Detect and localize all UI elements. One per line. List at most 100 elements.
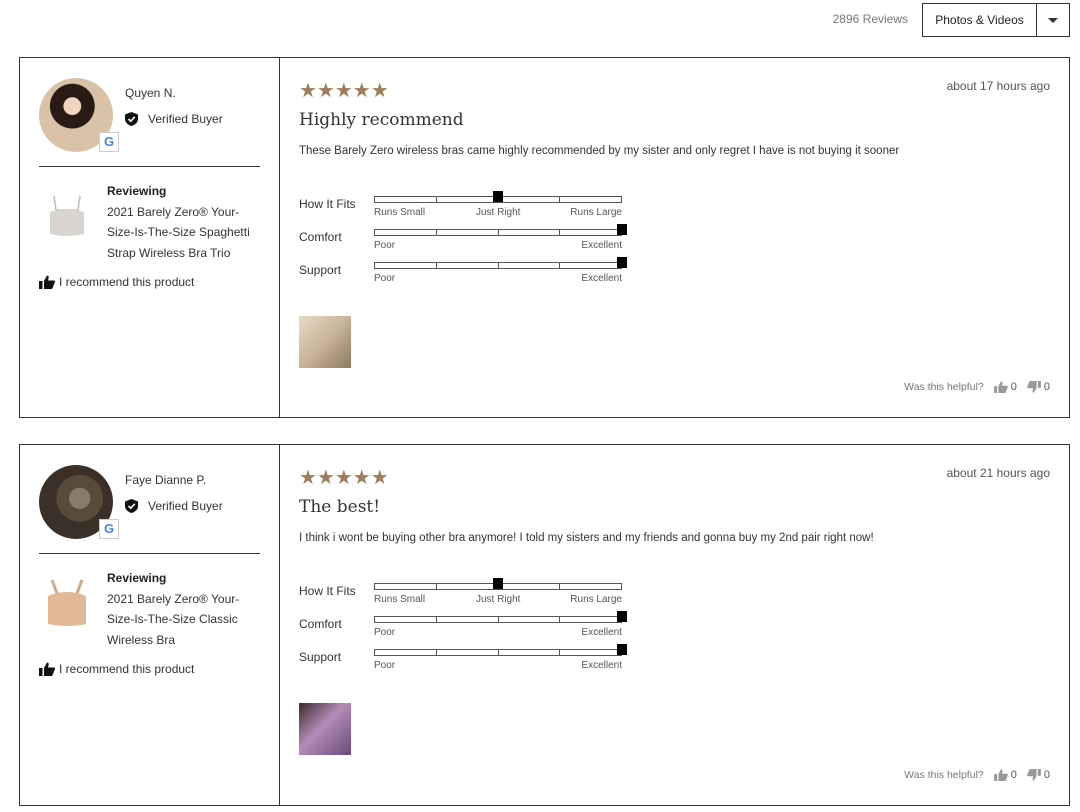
fit-low-label: Runs Small bbox=[374, 207, 426, 218]
reviewing-product: Reviewing 2021 Barely Zero® Your-Size-Is… bbox=[39, 181, 260, 263]
verified-shield-icon bbox=[125, 112, 138, 126]
fit-low-label: Runs Small bbox=[374, 594, 426, 605]
product-name[interactable]: 2021 Barely Zero® Your-Size-Is-The-Size … bbox=[107, 589, 260, 651]
helpful-row: Was this helpful? 0 0 bbox=[904, 381, 1050, 393]
verified-label: Verified Buyer bbox=[148, 499, 223, 513]
support-low-label: Poor bbox=[374, 273, 396, 284]
fit-mid-label: Just Right bbox=[476, 594, 521, 605]
fit-marker bbox=[493, 578, 503, 589]
support-scale bbox=[374, 649, 622, 656]
comfort-low-label: Poor bbox=[374, 240, 396, 251]
comfort-marker bbox=[617, 224, 627, 235]
author-info: Quyen N. Verified Buyer bbox=[125, 78, 223, 166]
comfort-label: Comfort bbox=[299, 617, 342, 631]
avatar: G bbox=[39, 465, 119, 539]
verified-label: Verified Buyer bbox=[148, 112, 223, 126]
review-card: G Faye Dianne P. Verified Buyer Reviewin… bbox=[19, 444, 1070, 806]
comfort-high-label: Excellent bbox=[581, 627, 622, 638]
review-timestamp: about 21 hours ago bbox=[946, 466, 1050, 480]
product-thumbnail[interactable] bbox=[39, 181, 95, 251]
comfort-high-label: Excellent bbox=[581, 240, 622, 251]
support-rating: Support Poor Excellent bbox=[299, 644, 639, 680]
chevron-down-icon[interactable] bbox=[1037, 4, 1069, 36]
recommend-label: I recommend this product bbox=[59, 662, 195, 676]
review-sidebar: G Faye Dianne P. Verified Buyer Reviewin… bbox=[20, 445, 280, 805]
fit-mid-label: Just Right bbox=[476, 207, 521, 218]
review-content: ★★★★★ about 21 hours ago The best! I thi… bbox=[280, 445, 1069, 805]
review-body: These Barely Zero wireless bras came hig… bbox=[299, 145, 900, 157]
google-icon: G bbox=[99, 519, 119, 539]
thumbs-up-icon bbox=[39, 662, 55, 676]
bra-icon bbox=[48, 579, 86, 626]
sidebar-divider bbox=[39, 166, 260, 167]
verified-shield-icon bbox=[125, 499, 138, 513]
support-scale bbox=[374, 262, 622, 269]
thumbs-down-icon[interactable] bbox=[1027, 381, 1041, 393]
fit-rating: How It Fits Runs Small Just Right Runs L… bbox=[299, 191, 639, 227]
thumbs-down-icon[interactable] bbox=[1027, 769, 1041, 781]
review-timestamp: about 17 hours ago bbox=[946, 79, 1050, 93]
upvote-count: 0 bbox=[1010, 381, 1017, 393]
avatar: G bbox=[39, 78, 119, 152]
reviewing-text: Reviewing 2021 Barely Zero® Your-Size-Is… bbox=[107, 181, 260, 263]
verified-badge: Verified Buyer bbox=[125, 112, 223, 126]
helpful-label: Was this helpful? bbox=[904, 769, 984, 781]
thumbs-up-icon[interactable] bbox=[993, 769, 1008, 781]
fit-high-label: Runs Large bbox=[570, 207, 622, 218]
fit-rating: How It Fits Runs Small Just Right Runs L… bbox=[299, 578, 639, 614]
thumbs-up-icon[interactable] bbox=[993, 381, 1008, 393]
support-low-label: Poor bbox=[374, 660, 396, 671]
downvote-count: 0 bbox=[1043, 769, 1050, 781]
review-card: G Quyen N. Verified Buyer Reviewing 2021… bbox=[19, 57, 1070, 418]
star-rating: ★★★★★ bbox=[299, 80, 389, 102]
support-label: Support bbox=[299, 263, 342, 277]
review-sidebar: G Quyen N. Verified Buyer Reviewing 2021… bbox=[20, 58, 280, 417]
comfort-scale bbox=[374, 616, 622, 623]
support-label: Support bbox=[299, 650, 342, 664]
review-content: ★★★★★ about 17 hours ago Highly recommen… bbox=[280, 58, 1069, 417]
google-icon: G bbox=[99, 132, 119, 152]
support-marker bbox=[617, 644, 627, 655]
support-marker bbox=[617, 257, 627, 268]
fit-label: How It Fits bbox=[299, 584, 356, 598]
review-body: I think i wont be buying other bra anymo… bbox=[299, 532, 874, 544]
support-high-label: Excellent bbox=[581, 273, 622, 284]
author-row: G Faye Dianne P. Verified Buyer bbox=[39, 465, 260, 553]
star-rating: ★★★★★ bbox=[299, 467, 389, 489]
comfort-rating: Comfort Poor Excellent bbox=[299, 611, 639, 647]
author-name: Quyen N. bbox=[125, 86, 176, 100]
filter-label[interactable]: Photos & Videos bbox=[923, 4, 1037, 36]
fit-label: How It Fits bbox=[299, 197, 356, 211]
photos-videos-filter[interactable]: Photos & Videos bbox=[922, 3, 1070, 37]
fit-high-label: Runs Large bbox=[570, 594, 622, 605]
fit-marker bbox=[493, 191, 503, 202]
sidebar-divider bbox=[39, 553, 260, 554]
verified-badge: Verified Buyer bbox=[125, 499, 223, 513]
review-title: The best! bbox=[299, 497, 381, 517]
helpful-label: Was this helpful? bbox=[904, 381, 984, 393]
downvote-count: 0 bbox=[1043, 381, 1050, 393]
rating-scales: How It Fits Runs Small Just Right Runs L… bbox=[299, 578, 639, 680]
author-info: Faye Dianne P. Verified Buyer bbox=[125, 465, 223, 553]
review-title: Highly recommend bbox=[299, 110, 464, 130]
upvote-count: 0 bbox=[1010, 769, 1017, 781]
reviewing-product: Reviewing 2021 Barely Zero® Your-Size-Is… bbox=[39, 568, 260, 650]
reviews-toolbar: 2896 Reviews Photos & Videos bbox=[0, 0, 1080, 40]
support-high-label: Excellent bbox=[581, 660, 622, 671]
comfort-low-label: Poor bbox=[374, 627, 396, 638]
thumbs-up-icon bbox=[39, 275, 55, 289]
reviewing-heading: Reviewing bbox=[107, 184, 167, 198]
comfort-marker bbox=[617, 611, 627, 622]
recommend-label: I recommend this product bbox=[59, 275, 195, 289]
review-photo[interactable] bbox=[299, 316, 351, 368]
product-name[interactable]: 2021 Barely Zero® Your-Size-Is-The-Size … bbox=[107, 202, 260, 264]
product-thumbnail[interactable] bbox=[39, 568, 95, 638]
review-photo[interactable] bbox=[299, 703, 351, 755]
reviewing-heading: Reviewing bbox=[107, 571, 167, 585]
author-row: G Quyen N. Verified Buyer bbox=[39, 78, 260, 166]
review-count: 2896 Reviews bbox=[832, 12, 908, 26]
recommend-row: I recommend this product bbox=[39, 275, 260, 289]
bra-icon bbox=[50, 195, 84, 236]
author-name: Faye Dianne P. bbox=[125, 473, 207, 487]
comfort-scale bbox=[374, 229, 622, 236]
